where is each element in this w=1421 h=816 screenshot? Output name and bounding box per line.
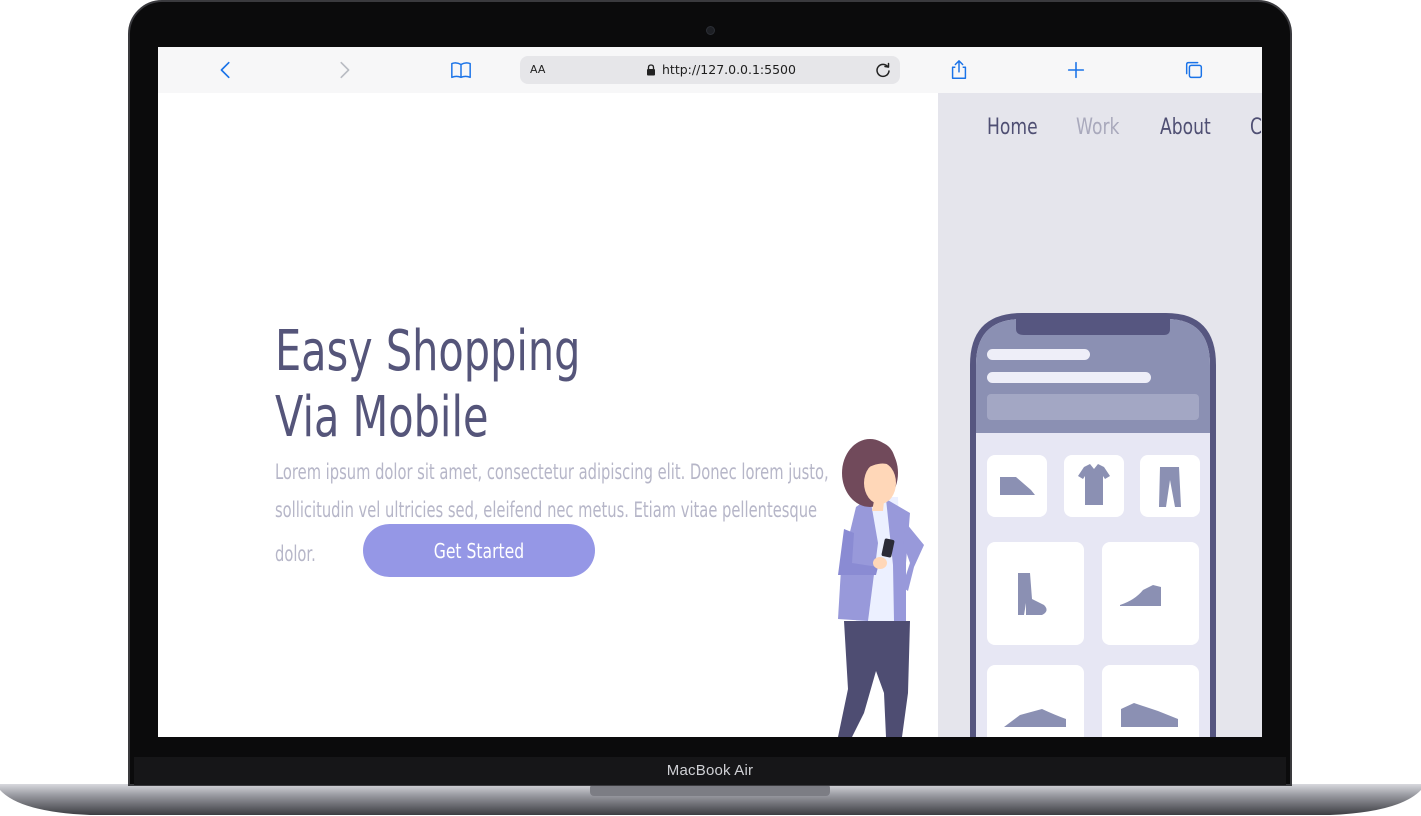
lock-icon [647,64,655,76]
text-size-button[interactable]: AA [530,63,545,76]
hero-illustration [838,313,1216,737]
phone-illustration [970,313,1216,737]
web-page: Home Work About C Easy Shopping Via Mobi… [158,93,1262,737]
address-bar[interactable]: AA http://127.0.0.1:5500 [520,56,900,84]
share-icon[interactable] [947,58,971,82]
phone-product-tile [987,542,1084,645]
phone-product-tile [1140,455,1200,517]
tabs-icon[interactable] [1182,58,1206,82]
reload-icon[interactable] [872,59,894,81]
browser-toolbar: AA http://127.0.0.1:5500 [158,47,1262,94]
woman-illustration [838,439,924,737]
camera [706,26,715,35]
new-tab-icon[interactable] [1064,58,1088,82]
url-text: http://127.0.0.1:5500 [662,62,796,77]
back-icon[interactable] [214,58,238,82]
forward-icon[interactable] [332,58,356,82]
laptop-base [0,784,1421,815]
bookmarks-icon[interactable] [449,58,473,82]
model-label: MacBook Air [666,762,754,779]
screen: AA http://127.0.0.1:5500 Home Work About… [158,47,1262,737]
